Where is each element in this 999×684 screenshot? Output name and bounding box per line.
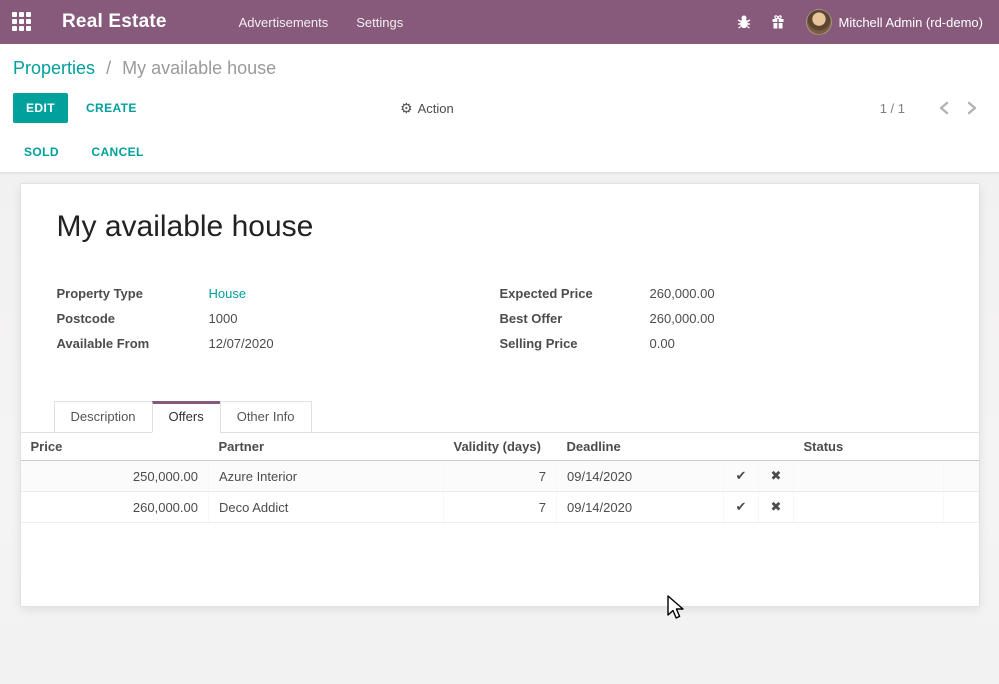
offer-validity[interactable]: 7 [444, 492, 557, 523]
best-offer-value: 260,000.00 [650, 306, 715, 331]
form-statusbar: SOLD CANCEL [0, 133, 999, 173]
tab-description[interactable]: Description [54, 401, 153, 433]
user-menu[interactable]: Mitchell Admin (rd-demo) [839, 15, 984, 30]
notebook-tabs: Description Offers Other Info [54, 401, 979, 433]
offers-table: Price Partner Validity (days) Deadline S… [21, 433, 979, 523]
breadcrumb-separator: / [100, 58, 117, 78]
edit-button[interactable]: EDIT [13, 93, 68, 123]
pager-next-icon[interactable] [961, 97, 983, 119]
form-view-background: My available house Property Type House P… [0, 173, 999, 684]
column-header-refuse [759, 433, 794, 461]
offer-row-azure-interior[interactable]: 250,000.00 Azure Interior 7 09/14/2020 ✔… [21, 461, 979, 492]
field-label: Best Offer [500, 306, 650, 331]
action-menu-button[interactable]: ⚙ Action [400, 100, 454, 117]
refuse-offer-icon[interactable]: ✖ [759, 492, 794, 523]
field-available-from: Available From 12/07/2020 [57, 331, 500, 356]
debug-bug-icon[interactable] [736, 14, 752, 30]
gift-icon[interactable] [770, 14, 786, 30]
control-panel: EDIT CREATE ⚙ Action 1 / 1 [0, 85, 999, 133]
nav-item-advertisements[interactable]: Advertisements [225, 2, 343, 43]
column-header-validity[interactable]: Validity (days) [444, 433, 557, 461]
column-header-deadline[interactable]: Deadline [557, 433, 724, 461]
nav-item-settings[interactable]: Settings [342, 2, 417, 43]
breadcrumb-bar: Properties / My available house [0, 44, 999, 85]
breadcrumb-properties-link[interactable]: Properties [13, 58, 95, 78]
offer-partner[interactable]: Deco Addict [209, 492, 444, 523]
field-selling-price: Selling Price 0.00 [500, 331, 943, 356]
breadcrumb-current: My available house [122, 58, 276, 78]
user-avatar[interactable] [806, 9, 832, 35]
property-title: My available house [57, 210, 943, 244]
pager-count: 1 / 1 [880, 101, 905, 116]
expected-price-value: 260,000.00 [650, 281, 715, 306]
postcode-value: 1000 [209, 306, 238, 331]
column-header-price[interactable]: Price [21, 433, 209, 461]
field-group-left: Property Type House Postcode 1000 Availa… [57, 281, 500, 356]
field-label: Selling Price [500, 331, 650, 356]
cancel-button[interactable]: CANCEL [91, 145, 143, 159]
offer-price[interactable]: 260,000.00 [21, 492, 209, 523]
sold-button[interactable]: SOLD [24, 145, 59, 159]
tab-offers[interactable]: Offers [152, 401, 221, 433]
offer-row-deco-addict[interactable]: 260,000.00 Deco Addict 7 09/14/2020 ✔ ✖ [21, 492, 979, 523]
gear-icon: ⚙ [400, 100, 413, 117]
breadcrumb: Properties / My available house [13, 58, 276, 78]
app-brand[interactable]: Real Estate [62, 11, 167, 33]
accept-offer-icon[interactable]: ✔ [724, 492, 759, 523]
apps-menu-icon[interactable] [12, 12, 32, 32]
available-from-value: 12/07/2020 [209, 331, 274, 356]
refuse-offer-icon[interactable]: ✖ [759, 461, 794, 492]
navbar-right: Mitchell Admin (rd-demo) [718, 9, 984, 35]
create-button[interactable]: CREATE [86, 101, 137, 115]
field-property-type: Property Type House [57, 281, 500, 306]
field-label: Expected Price [500, 281, 650, 306]
offer-validity[interactable]: 7 [444, 461, 557, 492]
tab-other-info[interactable]: Other Info [220, 401, 312, 433]
pager: 1 / 1 [880, 97, 983, 119]
offer-deadline[interactable]: 09/14/2020 [557, 492, 724, 523]
selling-price-value: 0.00 [650, 331, 675, 356]
field-label: Property Type [57, 281, 209, 306]
property-form-sheet: My available house Property Type House P… [20, 183, 980, 607]
offer-price[interactable]: 250,000.00 [21, 461, 209, 492]
field-best-offer: Best Offer 260,000.00 [500, 306, 943, 331]
offer-partner[interactable]: Azure Interior [209, 461, 444, 492]
offer-status [794, 461, 944, 492]
field-postcode: Postcode 1000 [57, 306, 500, 331]
field-label: Postcode [57, 306, 209, 331]
field-label: Available From [57, 331, 209, 356]
field-expected-price: Expected Price 260,000.00 [500, 281, 943, 306]
action-menu-label: Action [418, 101, 454, 116]
column-header-partner[interactable]: Partner [209, 433, 444, 461]
accept-offer-icon[interactable]: ✔ [724, 461, 759, 492]
offer-status [794, 492, 944, 523]
offer-deadline[interactable]: 09/14/2020 [557, 461, 724, 492]
column-header-status[interactable]: Status [794, 433, 944, 461]
column-header-accept [724, 433, 759, 461]
pager-previous-icon[interactable] [933, 97, 955, 119]
field-group-right: Expected Price 260,000.00 Best Offer 260… [500, 281, 943, 356]
field-groups: Property Type House Postcode 1000 Availa… [57, 281, 943, 356]
top-navbar: Real Estate Advertisements Settings Mitc… [0, 0, 999, 44]
property-type-link[interactable]: House [209, 281, 247, 306]
offers-header-row: Price Partner Validity (days) Deadline S… [21, 433, 979, 461]
column-header-filler [944, 433, 979, 461]
